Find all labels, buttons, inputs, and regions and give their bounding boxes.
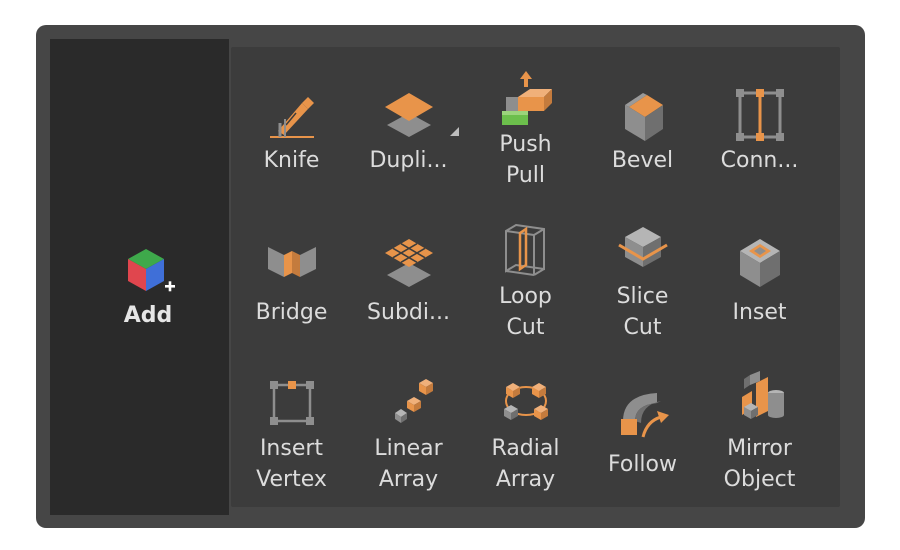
bevel-icon	[624, 93, 663, 141]
bevel-label: Bevel	[611, 148, 674, 173]
push-pull-label: Push Pull	[499, 132, 552, 188]
inset-tool-button[interactable]: Inset	[701, 205, 818, 355]
insert-vertex-tool-button[interactable]: Insert Vertex	[233, 357, 350, 507]
slice-cut-label: Slice Cut	[616, 284, 669, 340]
bevel-tool-button[interactable]: Bevel	[584, 53, 701, 203]
toolbox-panel: Add Knife Dupli... Push Pull Bevel Conn.…	[36, 25, 865, 528]
loop-cut-label: Loop Cut	[499, 284, 552, 340]
bridge-label: Bridge	[255, 300, 328, 325]
bridge-tool-button[interactable]: Bridge	[233, 205, 350, 355]
push-pull-icon	[501, 71, 552, 125]
loop-cut-tool-button[interactable]: Loop Cut	[467, 205, 584, 355]
mirror-object-label: Mirror Object	[723, 436, 796, 492]
connect-tool-button[interactable]: Conn...	[701, 53, 818, 203]
add-area: Add	[50, 39, 229, 515]
inset-label: Inset	[732, 300, 787, 325]
radial-array-tool-button[interactable]: Radial Array	[467, 357, 584, 507]
subdivide-tool-button[interactable]: Subdi...	[350, 205, 467, 355]
slice-cut-icon	[617, 227, 668, 267]
add-button[interactable]: Add	[113, 245, 183, 335]
knife-icon	[269, 97, 314, 138]
subdivide-label: Subdi...	[367, 300, 450, 325]
follow-icon	[620, 393, 669, 438]
knife-tool-button[interactable]: Knife	[233, 53, 350, 203]
duplicate-label: Dupli...	[369, 148, 448, 173]
mirror-object-icon	[741, 371, 784, 419]
linear-array-label: Linear Array	[374, 436, 443, 492]
inset-icon	[739, 239, 780, 287]
add-cube-icon	[128, 249, 175, 292]
linear-array-tool-button[interactable]: Linear Array	[350, 357, 467, 507]
add-label: Add	[123, 303, 173, 328]
linear-array-icon	[394, 379, 433, 423]
connect-icon	[735, 89, 784, 141]
follow-label: Follow	[607, 452, 677, 477]
mirror-object-tool-button[interactable]: Mirror Object	[701, 357, 818, 507]
slice-cut-tool-button[interactable]: Slice Cut	[584, 205, 701, 355]
tool-grid: Knife Dupli... Push Pull Bevel Conn... B…	[231, 47, 840, 507]
knife-label: Knife	[263, 148, 320, 173]
submenu-indicator-icon	[450, 127, 459, 136]
loop-cut-icon	[504, 223, 545, 276]
insert-vertex-icon	[269, 381, 314, 425]
bridge-icon	[267, 247, 316, 277]
subdivide-icon	[384, 239, 433, 287]
push-pull-tool-button[interactable]: Push Pull	[467, 53, 584, 203]
radial-array-icon	[503, 383, 548, 420]
follow-tool-button[interactable]: Follow	[584, 357, 701, 507]
radial-array-label: Radial Array	[491, 436, 560, 492]
insert-vertex-label: Insert Vertex	[256, 436, 327, 492]
connect-label: Conn...	[720, 148, 799, 173]
duplicate-icon	[384, 93, 433, 137]
duplicate-tool-button[interactable]: Dupli...	[350, 53, 467, 203]
